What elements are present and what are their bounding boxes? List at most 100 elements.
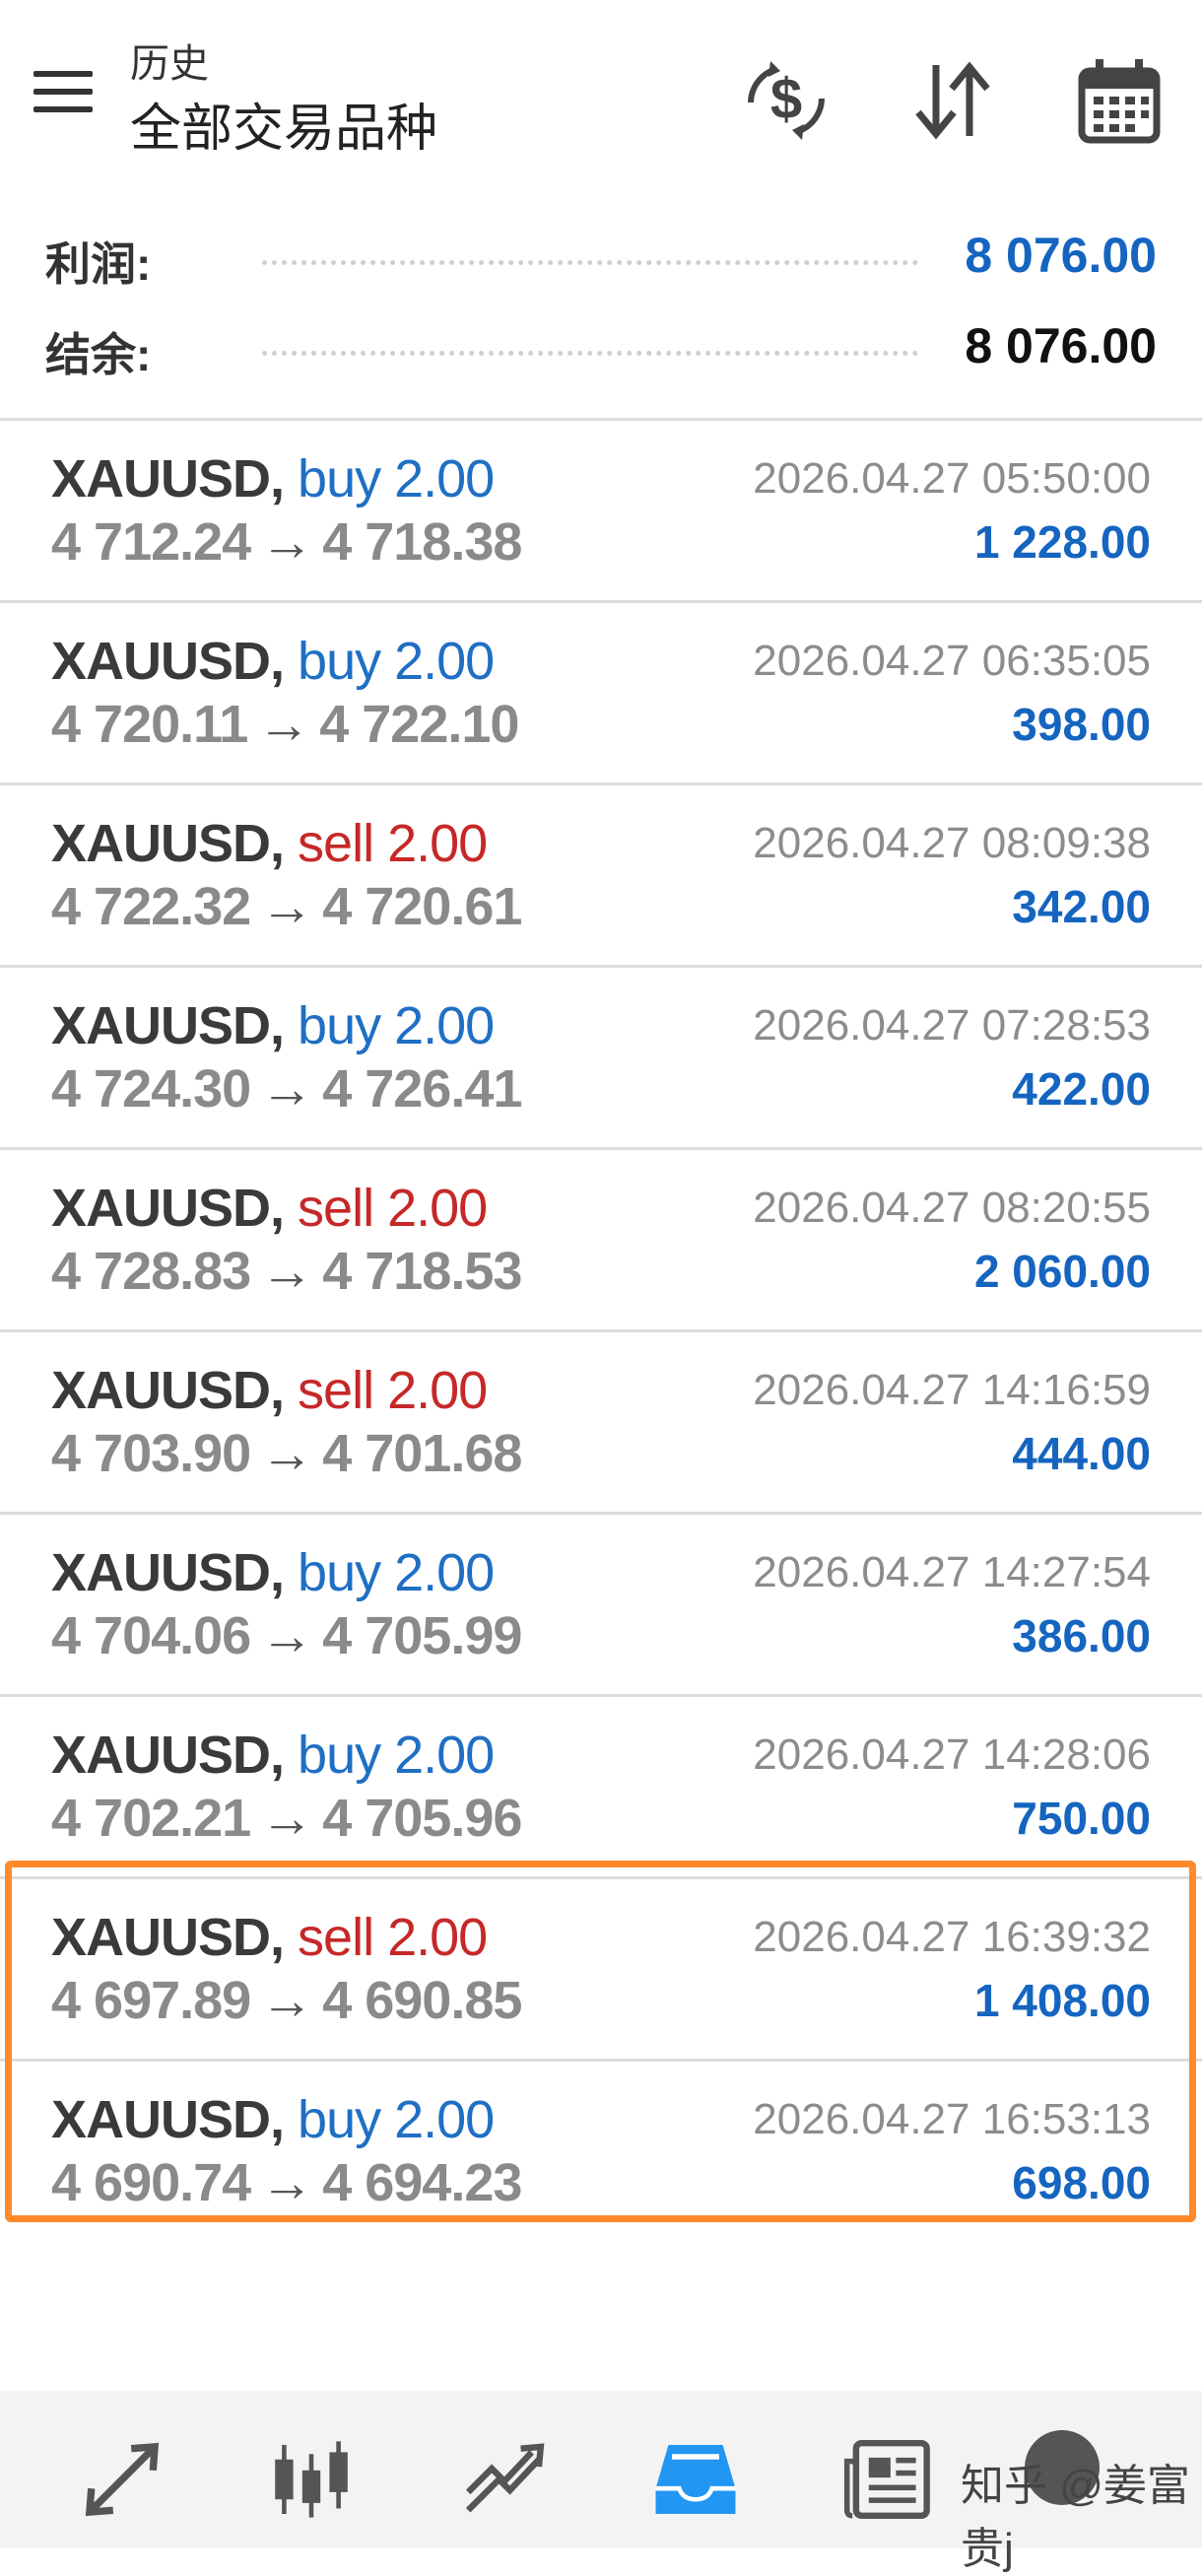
symbol-label: XAUUSD, <box>51 1543 285 1602</box>
dotted-leader <box>262 351 918 356</box>
symbol-label: XAUUSD, <box>51 2090 285 2149</box>
trade-symbol: XAUUSD, sell 2.00 <box>51 1907 488 1968</box>
trade-prices: 4 702.21 → 4 705.96 <box>51 1788 522 1849</box>
dollar-exchange-icon[interactable]: $ <box>737 51 835 150</box>
close-price: 4 694.23 <box>322 2153 522 2212</box>
balance-summary-row: 结余: 8 076.00 <box>0 313 1202 382</box>
close-price: 4 722.10 <box>319 695 519 754</box>
trade-direction: buy 2.00 <box>298 1543 495 1602</box>
trade-time: 2026.04.27 07:28:53 <box>753 1001 1151 1050</box>
watermark: 知乎 @姜富贵j <box>961 2462 1190 2573</box>
arrow-icon: → <box>260 1971 313 2030</box>
trade-row[interactable]: XAUUSD, sell 2.00 4 703.90 → 4 701.68 2026.0… <box>0 1332 1202 1515</box>
trade-profit: 386.00 <box>1012 1610 1151 1661</box>
arrow-icon: → <box>260 512 313 572</box>
trade-row[interactable]: XAUUSD, buy 2.00 4 702.21 → 4 705.96 2026.04… <box>0 1697 1202 1879</box>
page-subtitle: 历史 <box>130 42 209 86</box>
trade-profit: 2 060.00 <box>973 1246 1151 1297</box>
trade-prices: 4 720.11 → 4 722.10 <box>51 694 519 755</box>
trade-profit: 398.00 <box>1012 699 1151 750</box>
trade-direction: buy 2.00 <box>298 2090 495 2149</box>
arrow-icon: → <box>260 1424 313 1483</box>
close-price: 4 701.68 <box>322 1424 522 1483</box>
trade-history-list: XAUUSD, buy 2.00 4 712.24 → 4 718.38 2026.04… <box>0 421 1202 2241</box>
trade-prices: 4 703.90 → 4 701.68 <box>51 1423 522 1484</box>
quotes-icon[interactable] <box>77 2434 167 2525</box>
trade-prices: 4 690.74 → 4 694.23 <box>51 2152 522 2213</box>
trade-prices: 4 722.32 → 4 720.61 <box>51 876 522 937</box>
trade-prices: 4 712.24 → 4 718.38 <box>51 511 522 573</box>
close-price: 4 720.61 <box>322 877 522 936</box>
trade-row[interactable]: XAUUSD, sell 2.00 4 722.32 → 4 720.61 2026.0… <box>0 785 1202 968</box>
chart-icon[interactable] <box>266 2434 357 2525</box>
trade-profit: 1 228.00 <box>973 516 1151 568</box>
trade-direction: sell 2.00 <box>298 1361 488 1420</box>
trade-row[interactable]: XAUUSD, buy 2.00 4 704.06 → 4 705.99 2026.04… <box>0 1515 1202 1697</box>
arrow-icon: → <box>260 877 313 936</box>
trade-direction: buy 2.00 <box>298 632 495 691</box>
symbol-label: XAUUSD, <box>51 1179 285 1238</box>
trade-symbol: XAUUSD, buy 2.00 <box>51 995 495 1056</box>
trade-time: 2026.04.27 16:53:13 <box>753 2095 1151 2143</box>
trade-prices: 4 697.89 → 4 690.85 <box>51 1970 522 2031</box>
trade-direction: sell 2.00 <box>298 1908 488 1967</box>
trade-time: 2026.04.27 16:39:32 <box>753 1913 1151 1961</box>
trade-row[interactable]: XAUUSD, buy 2.00 4 712.24 → 4 718.38 2026.04… <box>0 421 1202 603</box>
trade-symbol: XAUUSD, buy 2.00 <box>51 1542 495 1603</box>
news-icon[interactable] <box>843 2434 934 2525</box>
trade-direction: buy 2.00 <box>298 449 495 508</box>
close-price: 4 718.53 <box>322 1242 522 1301</box>
app-header: 历史 全部交易品种 $ <box>0 0 1202 187</box>
balance-value: 8 076.00 <box>965 318 1157 373</box>
trade-row[interactable]: XAUUSD, buy 2.00 4 690.74 → 4 694.23 2026.04… <box>0 2062 1202 2241</box>
close-price: 4 705.96 <box>322 1789 522 1848</box>
open-price: 4 724.30 <box>51 1059 251 1119</box>
calendar-icon[interactable] <box>1070 51 1169 150</box>
trade-time: 2026.04.27 06:35:05 <box>753 637 1151 685</box>
trade-row[interactable]: XAUUSD, buy 2.00 4 724.30 → 4 726.41 2026.04… <box>0 968 1202 1150</box>
trade-direction: sell 2.00 <box>298 814 488 873</box>
profit-summary-row: 利润: 8 076.00 <box>0 223 1202 292</box>
history-icon[interactable] <box>650 2434 741 2525</box>
trade-symbol: XAUUSD, sell 2.00 <box>51 1360 488 1421</box>
sort-icon[interactable] <box>902 51 1001 150</box>
page-title[interactable]: 全部交易品种 <box>130 87 437 161</box>
trade-direction: sell 2.00 <box>298 1179 488 1238</box>
trade-profit: 750.00 <box>1012 1793 1151 1844</box>
trade-prices: 4 704.06 → 4 705.99 <box>51 1605 522 1666</box>
trade-symbol: XAUUSD, buy 2.00 <box>51 448 495 509</box>
profit-label: 利润: <box>45 238 152 290</box>
open-price: 4 720.11 <box>51 695 248 754</box>
trade-row[interactable]: XAUUSD, buy 2.00 4 720.11 → 4 722.10 2026.04… <box>0 603 1202 785</box>
trade-row[interactable]: XAUUSD, sell 2.00 4 697.89 → 4 690.85 2026.0… <box>0 1879 1202 2062</box>
trade-profit: 422.00 <box>1012 1063 1151 1115</box>
arrow-icon: → <box>260 1242 313 1301</box>
trade-profit: 342.00 <box>1012 881 1151 932</box>
close-price: 4 705.99 <box>322 1606 522 1665</box>
arrow-icon: → <box>260 1606 313 1665</box>
trade-row[interactable]: XAUUSD, sell 2.00 4 728.83 → 4 718.53 2026.0… <box>0 1150 1202 1332</box>
menu-icon[interactable] <box>33 71 93 116</box>
trade-time: 2026.04.27 14:27:54 <box>753 1548 1151 1596</box>
trade-time: 2026.04.27 08:20:55 <box>753 1184 1151 1232</box>
close-price: 4 690.85 <box>322 1971 522 2030</box>
open-price: 4 702.21 <box>51 1789 251 1848</box>
trade-time: 2026.04.27 08:09:38 <box>753 819 1151 867</box>
trade-icon[interactable] <box>459 2434 550 2525</box>
open-price: 4 697.89 <box>51 1971 251 2030</box>
symbol-label: XAUUSD, <box>51 449 285 508</box>
balance-label: 结余: <box>45 329 152 380</box>
open-price: 4 703.90 <box>51 1424 251 1483</box>
symbol-label: XAUUSD, <box>51 996 285 1055</box>
arrow-icon: → <box>260 2153 313 2212</box>
open-price: 4 722.32 <box>51 877 251 936</box>
arrow-icon: → <box>260 1789 313 1848</box>
dotted-leader <box>262 260 918 265</box>
symbol-label: XAUUSD, <box>51 814 285 873</box>
trade-symbol: XAUUSD, sell 2.00 <box>51 1178 488 1239</box>
close-price: 4 726.41 <box>322 1059 522 1119</box>
trade-profit: 444.00 <box>1012 1428 1151 1479</box>
trade-symbol: XAUUSD, sell 2.00 <box>51 813 488 874</box>
trade-prices: 4 724.30 → 4 726.41 <box>51 1058 522 1119</box>
trade-profit: 698.00 <box>1012 2157 1151 2208</box>
